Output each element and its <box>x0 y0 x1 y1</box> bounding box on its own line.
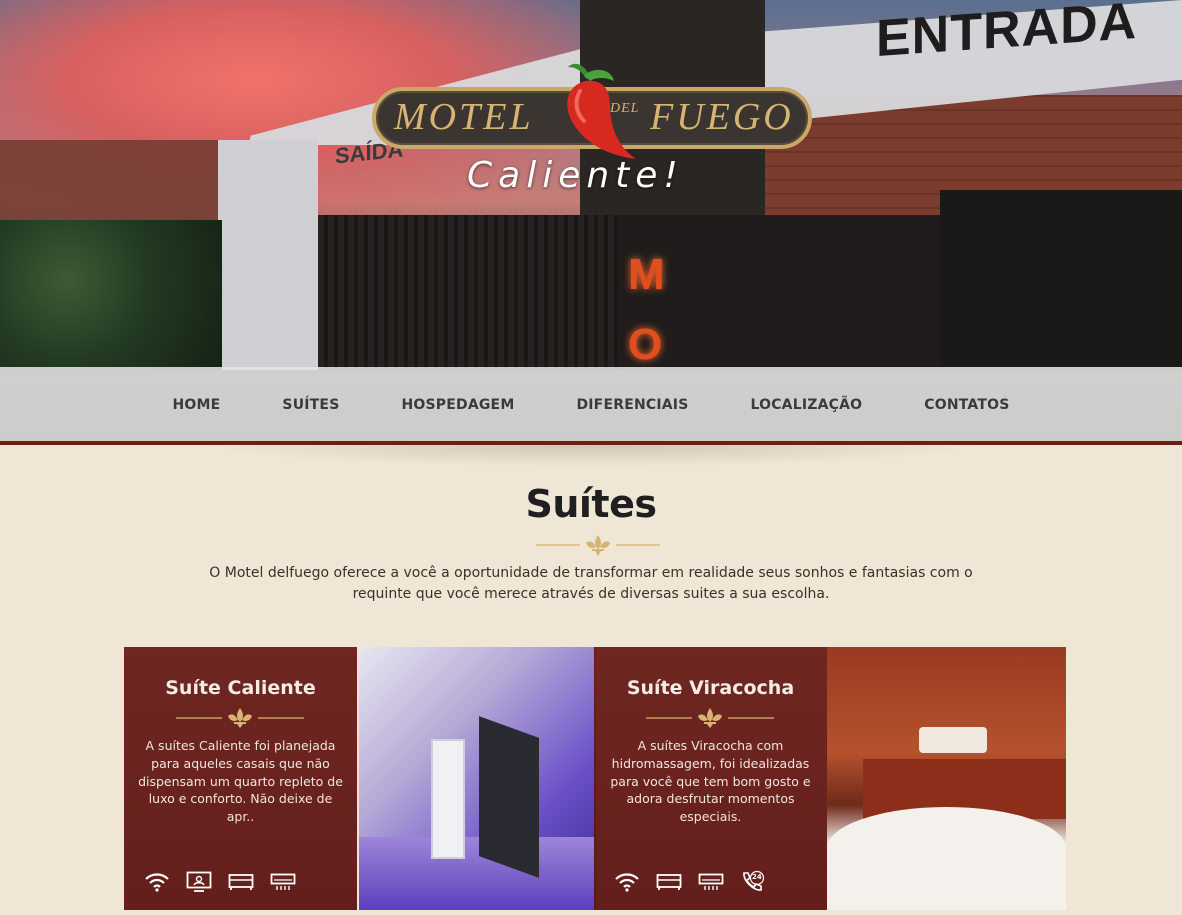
suite-title[interactable]: Suíte Viracocha <box>594 677 827 699</box>
logo-text-motel: MOTEL <box>394 96 534 138</box>
amenity-icons <box>144 869 296 895</box>
nav-item-diferenciais[interactable]: DIFERENCIAIS <box>545 397 719 413</box>
suite-card-caliente[interactable]: Suíte Caliente A suítes Caliente foi pla… <box>124 647 596 910</box>
suite-description: A suítes Caliente foi planejada para aqu… <box>138 738 343 825</box>
wifi-icon <box>144 872 170 892</box>
phone-24h-label: 24 <box>752 873 762 881</box>
dark-wall <box>940 190 1182 370</box>
air-conditioner-icon <box>270 873 296 891</box>
bed-icon <box>228 873 254 891</box>
hedge <box>0 220 222 370</box>
main-navigation: HOME SUÍTES HOSPEDAGEM DIFERENCIAIS LOCA… <box>0 367 1182 442</box>
logo-text-fuego: FUEGO <box>650 96 794 138</box>
photo-door <box>431 739 465 859</box>
site-logo[interactable]: MOTEL DEL FUEGO Caliente! <box>372 55 812 205</box>
nav-item-suites[interactable]: SUÍTES <box>251 397 370 413</box>
section-description: O Motel delfuego oferece a você a oportu… <box>209 565 973 602</box>
entrance-pillar <box>218 140 318 370</box>
suite-card-viracocha[interactable]: Suíte Viracocha A suítes Viracocha com h… <box>594 647 1066 910</box>
suite-photo <box>827 647 1066 910</box>
photo-bed <box>827 807 1066 910</box>
tv-icon <box>186 871 212 893</box>
phone-24h-icon: 24 <box>740 870 766 894</box>
logo-tagline: Caliente! <box>467 155 684 196</box>
nav-item-localizacao[interactable]: LOCALIZAÇÃO <box>719 397 893 413</box>
suite-info-panel: Suíte Caliente A suítes Caliente foi pla… <box>124 647 357 910</box>
suite-photo <box>359 647 596 910</box>
photo-tv-panel <box>479 716 539 878</box>
bed-icon <box>656 873 682 891</box>
neon-sign: MO <box>628 250 665 369</box>
fleur-de-lis-ornament-icon <box>536 535 660 556</box>
suite-info-panel: Suíte Viracocha A suítes Viracocha com h… <box>594 647 827 910</box>
wifi-icon <box>614 872 640 892</box>
amenity-icons: 24 <box>614 869 766 895</box>
section-title: Suítes <box>525 482 657 526</box>
gate-slats <box>318 215 618 370</box>
nav-item-contatos[interactable]: CONTATOS <box>893 397 1040 413</box>
nav-item-hospedagem[interactable]: HOSPEDAGEM <box>370 397 545 413</box>
suite-description: A suítes Viracocha com hidromassagem, fo… <box>610 738 811 825</box>
nav-item-home[interactable]: HOME <box>142 397 252 413</box>
suite-title[interactable]: Suíte Caliente <box>124 677 357 699</box>
photo-towels <box>919 727 987 753</box>
fleur-de-lis-ornament-icon <box>646 708 774 728</box>
nav-shadow <box>200 445 982 467</box>
photo-floor <box>359 837 596 910</box>
air-conditioner-icon <box>698 873 724 891</box>
chili-pepper-icon <box>567 63 636 159</box>
fleur-de-lis-ornament-icon <box>176 708 304 728</box>
